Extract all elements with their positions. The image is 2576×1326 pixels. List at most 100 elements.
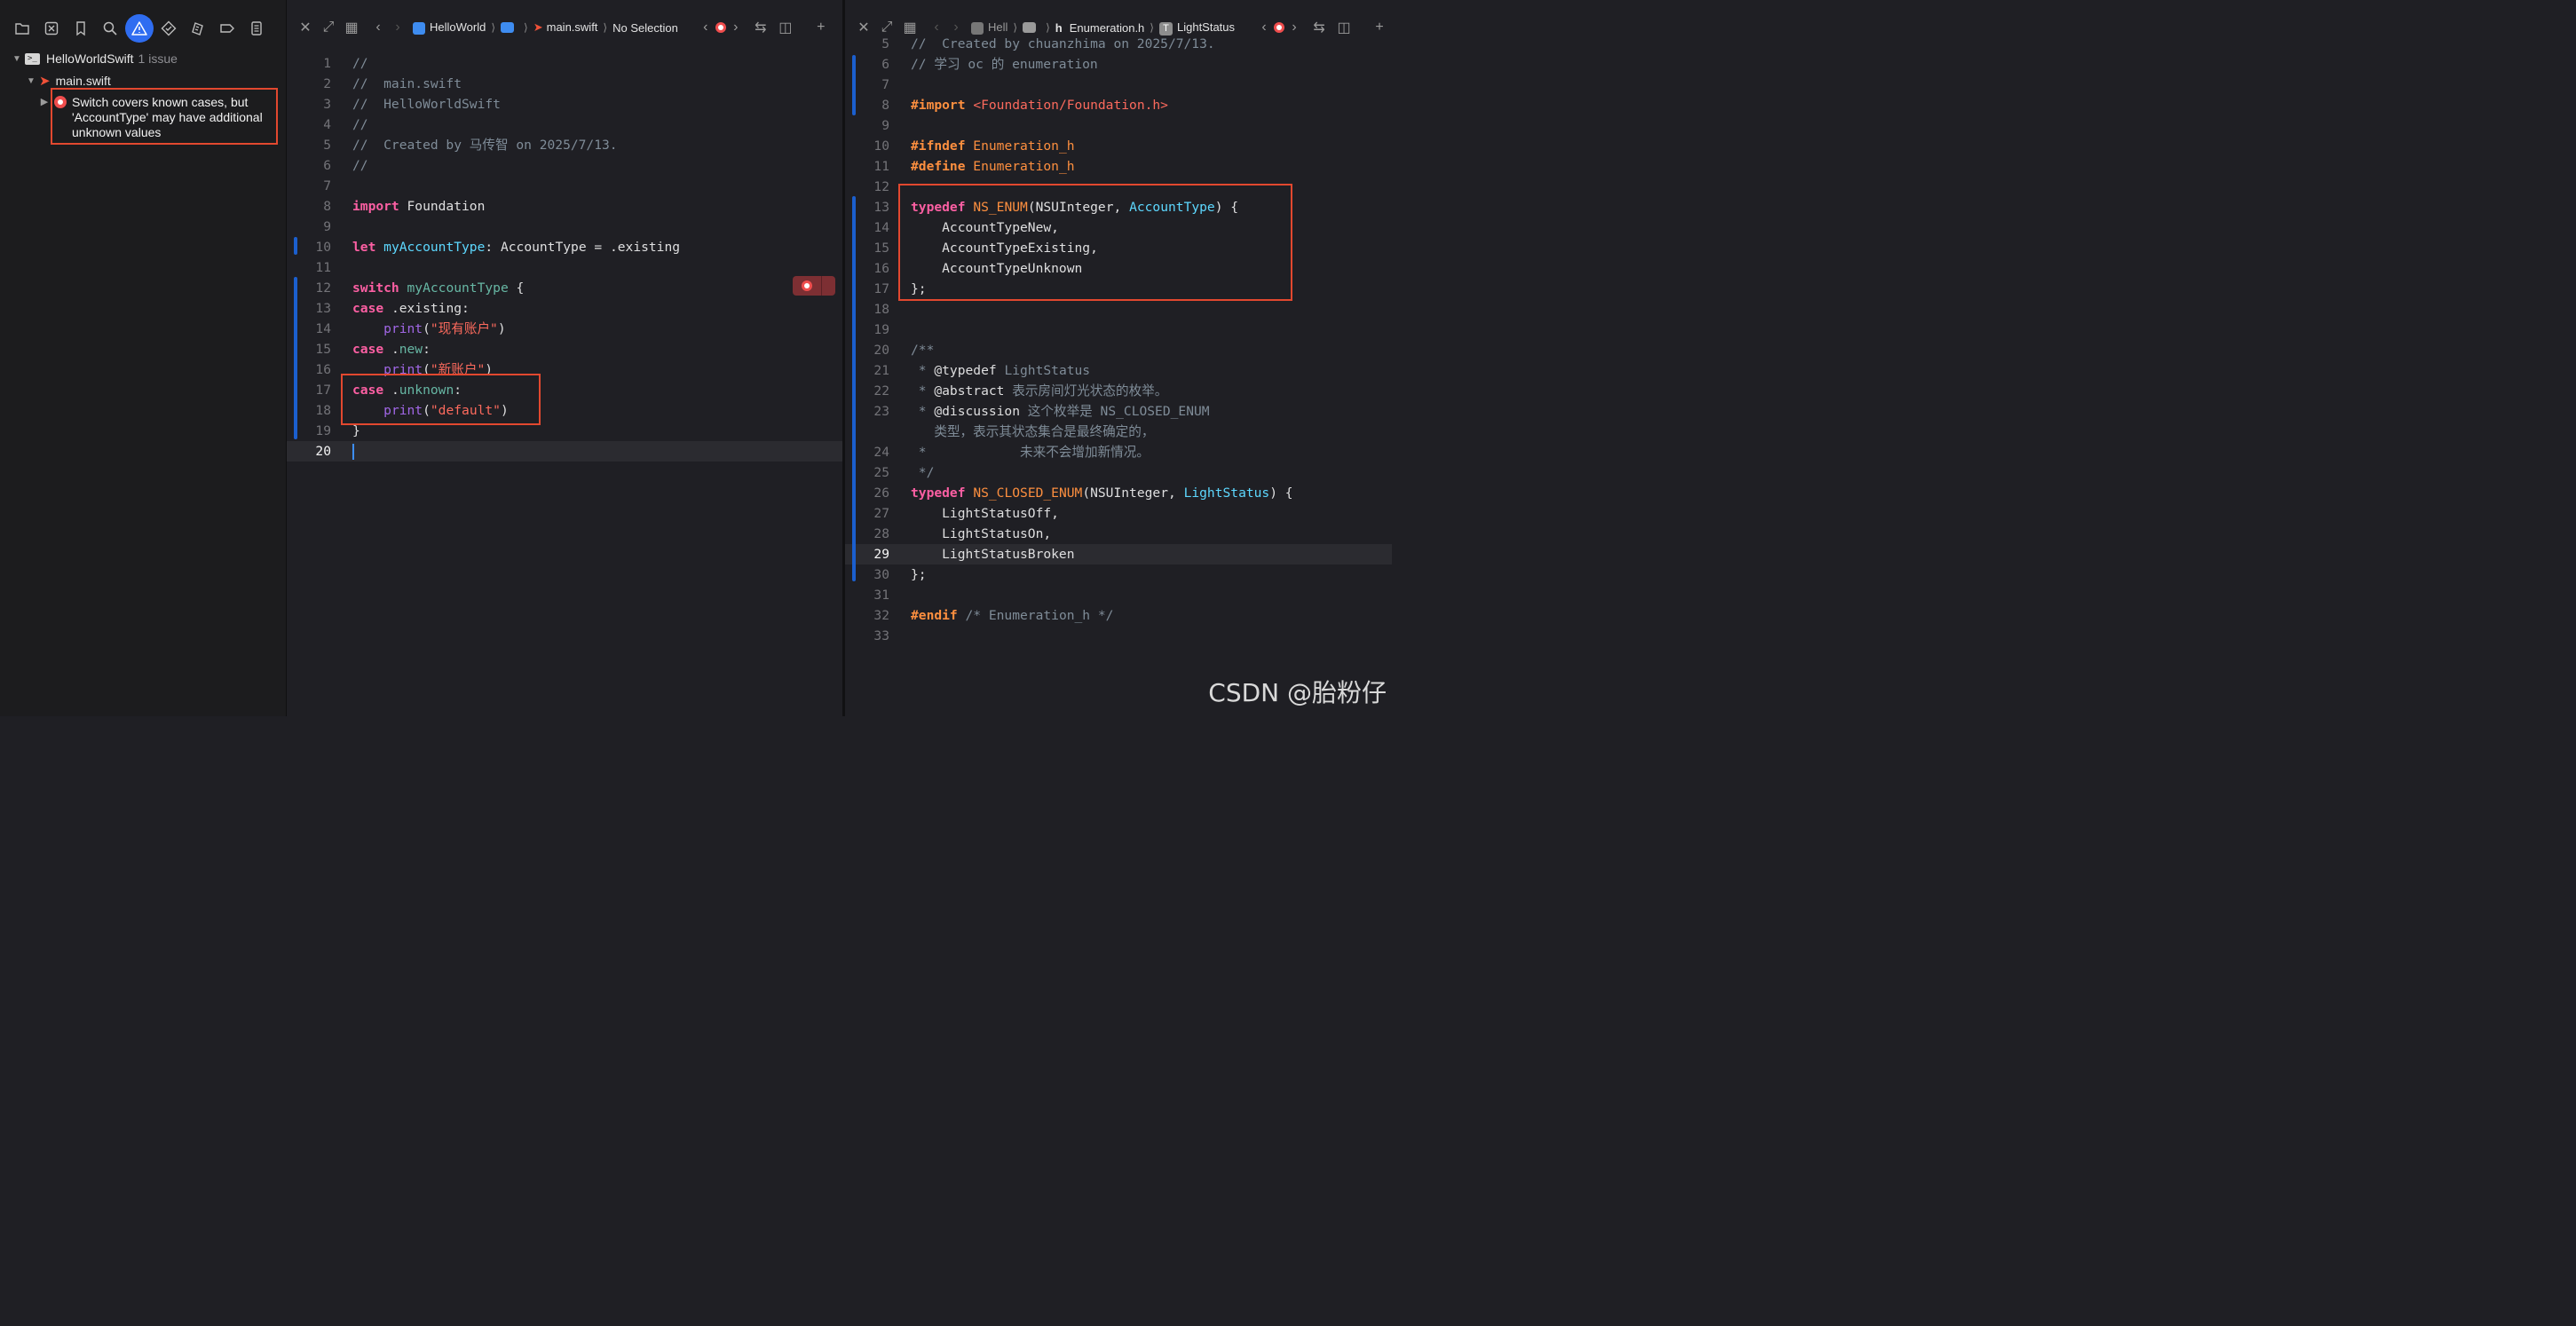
code-line[interactable]: 26 typedef NS_CLOSED_ENUM(NSUInteger, Lig… xyxy=(845,483,1392,503)
code-line[interactable]: 24 * 未来不会增加新情况。 xyxy=(845,442,1392,462)
code-line[interactable]: 13 case .existing: xyxy=(287,298,842,319)
error-icon[interactable] xyxy=(1274,22,1285,33)
bookmark-icon[interactable] xyxy=(66,14,95,43)
code-line[interactable]: 9 xyxy=(287,217,842,237)
code-line[interactable]: 22 * @abstract 表示房间灯光状态的枚举。 xyxy=(845,381,1392,401)
code-text: LightStatusOff, xyxy=(911,503,1059,524)
code-line[interactable]: 32 #endif /* Enumeration_h */ xyxy=(845,605,1392,626)
report-icon[interactable] xyxy=(241,14,271,43)
back-icon[interactable]: ‹ xyxy=(368,18,388,37)
code-text: #ifndef Enumeration_h xyxy=(911,136,1075,156)
code-text: // Created by chuanzhima on 2025/7/13. xyxy=(911,34,1215,54)
grid-icon[interactable]: ▦ xyxy=(342,18,361,37)
code-line[interactable]: 5 // Created by chuanzhima on 2025/7/13. xyxy=(845,34,1392,54)
code-line[interactable]: 27 LightStatusOff, xyxy=(845,503,1392,524)
expand-icon[interactable]: ⤢ xyxy=(319,18,338,37)
code-line[interactable]: 7 xyxy=(845,75,1392,95)
code-line[interactable]: 30}; xyxy=(845,564,1392,585)
code-line[interactable]: 15 case .new: xyxy=(287,339,842,359)
breadcrumb-project[interactable]: HelloWorld xyxy=(413,20,486,35)
code-token: typedef xyxy=(911,485,966,501)
line-number: 1 xyxy=(323,56,331,71)
breadcrumb-selection[interactable]: No Selection xyxy=(612,21,678,35)
code-token: @discussion xyxy=(934,404,1021,419)
error-badge[interactable] xyxy=(793,276,835,296)
code-line[interactable]: 25 */ xyxy=(845,462,1392,483)
close-icon[interactable]: ✕ xyxy=(296,18,315,37)
code-line[interactable]: 9 xyxy=(845,115,1392,136)
code-text: // xyxy=(352,53,368,74)
code-token: let xyxy=(352,240,376,255)
source-control-icon[interactable] xyxy=(36,14,66,43)
forward-icon[interactable]: › xyxy=(388,18,407,37)
code-line[interactable]: 28 LightStatusOn, xyxy=(845,524,1392,544)
code-line[interactable]: 6 // xyxy=(287,155,842,176)
code-token: NS_CLOSED_ENUM xyxy=(973,485,1083,501)
code-line[interactable]: 18 xyxy=(845,299,1392,320)
next-issue-icon[interactable]: › xyxy=(726,18,746,37)
inspector-icon[interactable]: ◫ xyxy=(776,18,795,37)
chevron-right-icon[interactable]: ▶ xyxy=(38,96,51,107)
code-line[interactable]: 33 xyxy=(845,626,1392,646)
previous-issue-icon[interactable]: ‹ xyxy=(696,18,715,37)
code-line[interactable]: 7 xyxy=(287,176,842,196)
line-number: 5 xyxy=(881,36,889,51)
breakpoint-icon[interactable] xyxy=(212,14,241,43)
code-line[interactable]: 5 // Created by 马传智 on 2025/7/13. xyxy=(287,135,842,155)
code-line[interactable]: 11 #define Enumeration_h xyxy=(845,156,1392,177)
folder-icon[interactable] xyxy=(7,14,36,43)
code-line[interactable]: 14 print("现有账户") xyxy=(287,319,842,339)
code-line[interactable]: 21 * @typedef LightStatus xyxy=(845,360,1392,381)
code-line[interactable]: 20/** xyxy=(845,340,1392,360)
code-line[interactable]: 1 // xyxy=(287,53,842,74)
code-line[interactable]: 10 #ifndef Enumeration_h xyxy=(845,136,1392,156)
tree-row-file[interactable]: ▼ ➤ main.swift xyxy=(25,73,111,89)
code-token: Enumeration_h xyxy=(965,159,1075,174)
line-number: 9 xyxy=(881,118,889,133)
chevron-down-icon[interactable]: ▼ xyxy=(25,76,37,86)
swap-icon[interactable]: ⇆ xyxy=(751,18,770,37)
add-editor-icon[interactable]: + xyxy=(811,18,831,37)
code-text: // HelloWorldSwift xyxy=(352,94,501,114)
code-line[interactable]: 8 #import <Foundation/Foundation.h> xyxy=(845,95,1392,115)
code-line[interactable]: 31 xyxy=(845,585,1392,605)
code-line[interactable]: 4 // xyxy=(287,114,842,135)
code-line[interactable]: 类型，表示其状态集合是最终确定的， xyxy=(845,422,1392,442)
code-token: : xyxy=(423,342,431,357)
code-line[interactable]: 23 * @discussion 这个枚举是 NS_CLOSED_ENUM xyxy=(845,401,1392,422)
folder-icon[interactable] xyxy=(1023,22,1037,33)
search-icon[interactable] xyxy=(95,14,124,43)
code-line[interactable]: 8 import Foundation xyxy=(287,196,842,217)
line-number: 20 xyxy=(315,444,331,459)
breadcrumb-symbol[interactable]: T LightStatus xyxy=(1158,20,1235,36)
code-line[interactable]: 2 // main.swift xyxy=(287,74,842,94)
debug-icon[interactable] xyxy=(183,14,212,43)
code-line[interactable]: 3 // HelloWorldSwift xyxy=(287,94,842,114)
error-icon[interactable] xyxy=(715,22,726,33)
code-line[interactable]: 11 xyxy=(287,257,842,278)
chevron-down-icon[interactable]: ▼ xyxy=(11,54,23,64)
tree-row-project[interactable]: ▼ >_ HelloWorldSwift 1 issue xyxy=(11,51,178,66)
breadcrumb-file[interactable]: ➤ main.swift xyxy=(533,20,598,35)
folder-icon[interactable] xyxy=(501,22,515,33)
warning-icon[interactable] xyxy=(124,14,154,43)
test-icon[interactable] xyxy=(154,14,183,43)
code-token: LightStatusOn, xyxy=(911,526,1052,541)
code-line[interactable]: 12 switch myAccountType { xyxy=(287,278,842,298)
code-token: // main.swift xyxy=(352,76,462,91)
code-line[interactable]: 10 let myAccountType: AccountType = .exis… xyxy=(287,237,842,257)
breadcrumb-project[interactable]: Hell xyxy=(971,20,1007,35)
code-line[interactable]: 6// 学习 oc 的 enumeration xyxy=(845,54,1392,75)
code-line[interactable]: 19 xyxy=(845,320,1392,340)
code-token: @abstract xyxy=(934,383,1005,399)
project-icon xyxy=(971,21,984,35)
code-line[interactable]: 29 LightStatusBroken xyxy=(845,544,1392,564)
code-token: . xyxy=(383,342,399,357)
code-token: : AccountType = .existing xyxy=(485,240,681,255)
code-token: import xyxy=(352,199,399,214)
breadcrumb-file[interactable]: h Enumeration.h xyxy=(1055,21,1145,35)
chevron-right-icon: ⟩ xyxy=(491,21,496,34)
code-line[interactable]: 20 xyxy=(287,441,842,462)
code-token: new xyxy=(399,342,423,357)
